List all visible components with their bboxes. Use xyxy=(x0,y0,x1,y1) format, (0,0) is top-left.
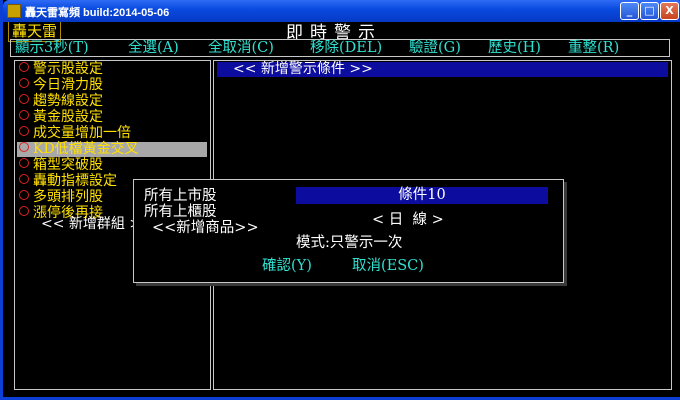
menu-verify[interactable]: 驗證(G) xyxy=(409,39,461,57)
menu-deselect-all[interactable]: 全取消(C) xyxy=(208,39,274,57)
all-listed-option[interactable]: 所有上市股 xyxy=(144,188,217,204)
radio-icon xyxy=(19,78,29,88)
menu-select-all[interactable]: 全選(A) xyxy=(128,39,179,57)
radio-icon xyxy=(19,110,29,120)
period-selector[interactable]: < 日 線 > xyxy=(372,212,444,228)
title-bar[interactable]: 轟天雷寫頻 build:2014-05-06 _ □ X xyxy=(3,0,680,22)
menu-bar: 顯示3秒(T) 全選(A) 全取消(C) 移除(DEL) 驗證(G) 歷史(H)… xyxy=(10,39,670,57)
radio-icon xyxy=(19,190,29,200)
window-title: 轟天雷寫頻 build:2014-05-06 xyxy=(25,7,170,19)
close-button[interactable]: X xyxy=(660,2,679,20)
list-item[interactable]: 警示股設定 xyxy=(17,62,207,77)
menu-refresh[interactable]: 重整(R) xyxy=(568,39,619,57)
app-window: 轟天雷寫頻 build:2014-05-06 _ □ X 轟天雷 即時警示 顯示… xyxy=(0,0,680,400)
alert-mode[interactable]: 模式:只警示一次 xyxy=(296,235,402,251)
confirm-button[interactable]: 確認(Y) xyxy=(262,258,312,274)
condition-field[interactable]: 條件10 xyxy=(296,187,548,204)
add-product-option[interactable]: <<新增商品>> xyxy=(152,220,259,236)
list-item[interactable]: 成交量增加一倍 xyxy=(17,126,207,141)
radio-icon xyxy=(19,206,29,216)
radio-icon xyxy=(19,174,29,184)
radio-icon xyxy=(19,94,29,104)
all-otc-option[interactable]: 所有上櫃股 xyxy=(144,204,217,220)
radio-icon xyxy=(19,142,29,152)
maximize-button[interactable]: □ xyxy=(640,2,659,20)
radio-icon xyxy=(19,62,29,72)
app-icon[interactable] xyxy=(7,4,21,18)
cancel-button[interactable]: 取消(ESC) xyxy=(352,258,424,274)
list-item-selected[interactable]: KD低檔黃金交叉 xyxy=(17,142,207,157)
radio-icon xyxy=(19,158,29,168)
minimize-button[interactable]: _ xyxy=(620,2,639,20)
radio-icon xyxy=(19,126,29,136)
menu-display-3s[interactable]: 顯示3秒(T) xyxy=(15,39,89,57)
add-condition-item[interactable]: << 新增警示條件 >> xyxy=(217,62,668,77)
client-area: 轟天雷 即時警示 顯示3秒(T) 全選(A) 全取消(C) 移除(DEL) 驗證… xyxy=(6,22,680,397)
menu-history[interactable]: 歷史(H) xyxy=(488,39,541,57)
list-item[interactable]: 箱型突破股 xyxy=(17,158,207,173)
list-item[interactable]: 趨勢線設定 xyxy=(17,94,207,109)
list-item[interactable]: 黃金股設定 xyxy=(17,110,207,125)
list-item[interactable]: 今日滑力股 xyxy=(17,78,207,93)
menu-remove[interactable]: 移除(DEL) xyxy=(310,39,382,57)
condition-dialog: 所有上市股 所有上櫃股 <<新增商品>> 條件10 < 日 線 > 模式:只警示… xyxy=(133,179,564,283)
